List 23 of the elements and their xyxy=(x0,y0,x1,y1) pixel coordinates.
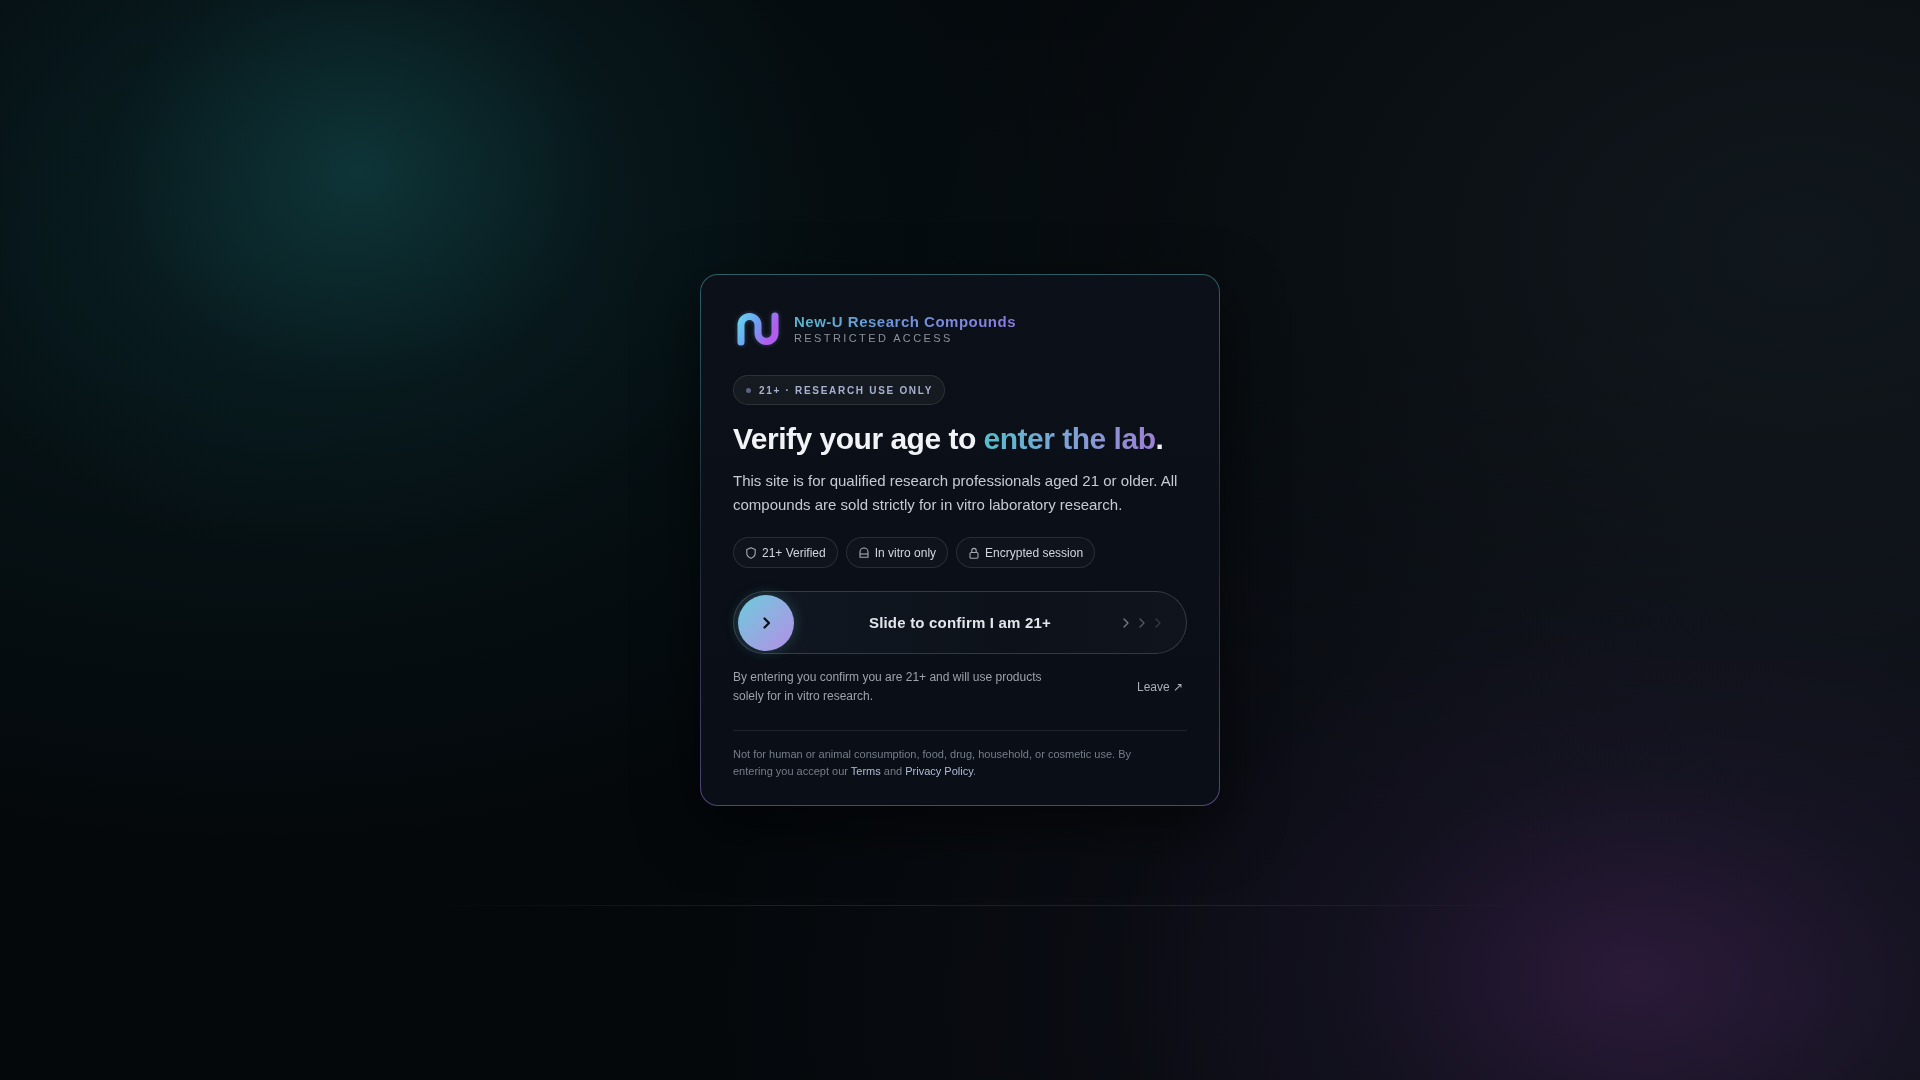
consent-note: By entering you confirm you are 21+ and will use products solely for in vitro research. xyxy=(733,669,1043,705)
dot-icon xyxy=(746,387,751,393)
feature-label: 21+ Verified xyxy=(762,545,826,560)
leave-link[interactable]: Leave ↗ xyxy=(1136,677,1183,697)
feature-label: In vitro only xyxy=(874,545,937,560)
shield-icon xyxy=(746,546,756,559)
slider-handle[interactable] xyxy=(738,595,794,651)
logo-icon xyxy=(736,311,780,347)
lock-icon xyxy=(969,546,980,559)
footer-link[interactable]: Terms xyxy=(850,765,881,777)
chevron-icon xyxy=(763,617,771,629)
jar-icon xyxy=(858,547,869,558)
footer-link[interactable]: Privacy Policy xyxy=(905,765,973,777)
brand-name: New-U Research Compounds xyxy=(794,313,1017,331)
brand-tagline: RESTRICTED ACCESS xyxy=(794,331,954,345)
feature-label: Encrypted session xyxy=(985,545,1084,560)
chevrons-icon xyxy=(1123,617,1161,628)
research-notice: 21+ · RESEARCH USE ONLY xyxy=(759,384,934,396)
slider-track[interactable]: Slide to confirm I am 21+ xyxy=(733,591,1187,654)
legal-notice: Not for human or animal consumption, food, drug, household, or cosmetic use. By entering you accept our Terms and Privacy Policy. xyxy=(733,747,1133,779)
slider-label: Slide to confirm I am 21+ xyxy=(868,614,1052,631)
headline: Verify your age to enter the lab. xyxy=(733,421,1165,457)
intro-text: This site is for qualified research professionals aged 21 or older. All compounds are sold strictly for in vitro laboratory research. xyxy=(733,471,1179,515)
